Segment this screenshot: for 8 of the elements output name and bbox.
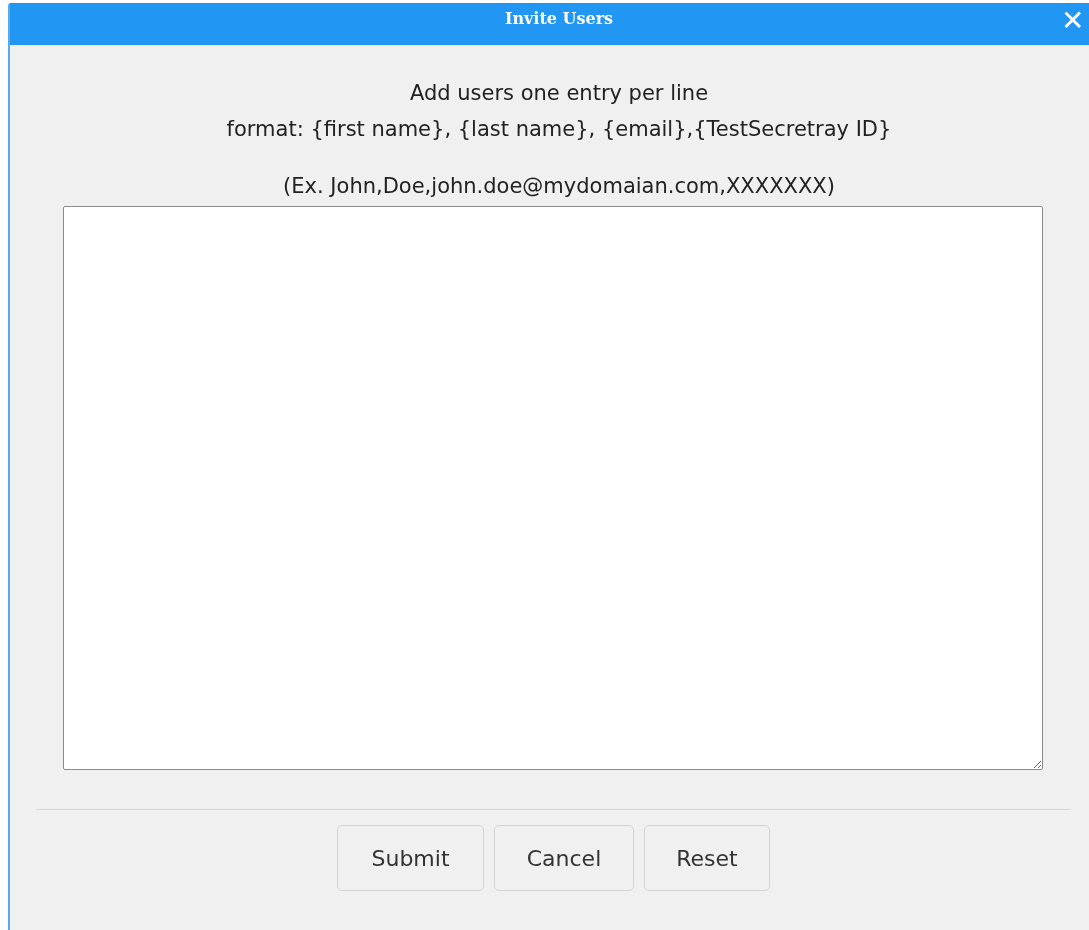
users-input-field[interactable] [63,206,1043,770]
window-title: Invite Users [504,8,614,30]
instruction-text: (Ex. John,Doe,john.doe@mydomaian.com,XXXXXXX) [283,173,835,200]
instruction-text: Add users one entry per line [409,80,709,107]
dialog-button[interactable]: Submit [337,825,484,891]
dialog-button[interactable]: Reset [644,825,770,891]
dialog-button[interactable]: Cancel [494,825,634,891]
instruction-text: format: {first name}, {last name}, {email},{TestSecretray ID} [226,116,892,143]
